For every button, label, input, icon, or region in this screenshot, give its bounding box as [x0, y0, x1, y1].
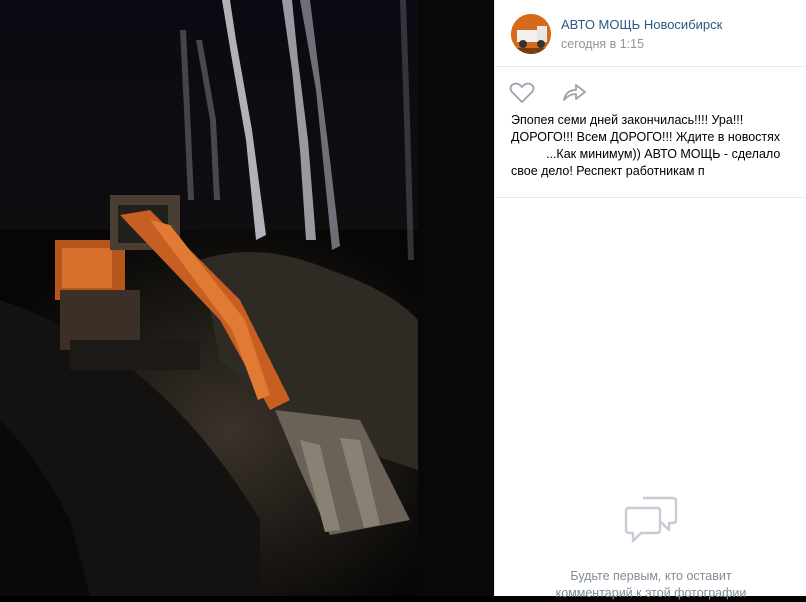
post-photo[interactable] — [0, 0, 418, 596]
author-name[interactable]: АВТО МОЩЬ Новосибирск — [561, 17, 722, 32]
comments-bubble-icon — [623, 494, 679, 546]
truck-logo-icon — [511, 14, 551, 54]
avatar[interactable] — [511, 14, 551, 54]
excavator-photo-image — [0, 0, 418, 596]
empty-comments-text: Будьте первым, кто оставит комментарий к… — [495, 568, 806, 602]
like-button[interactable] — [509, 82, 535, 104]
share-button[interactable] — [561, 82, 587, 104]
post-text-line: свое дело! Респект работникам п — [511, 164, 705, 178]
post-text-line: Эпопея семи дней закончилась!!!! Ура!!! — [511, 113, 744, 127]
photo-viewer — [0, 0, 494, 596]
post-actions — [495, 66, 806, 106]
post-text-line: ДОРОГО!!! Всем ДОРОГО!!! Ждите в новостя… — [511, 130, 781, 144]
post-text-line: ...Как минимум)) АВТО МОЩЬ - сделало — [546, 147, 781, 161]
post-time[interactable]: сегодня в 1:15 — [561, 37, 644, 51]
empty-comments-line: Будьте первым, кто оставит — [570, 569, 732, 583]
share-arrow-icon — [563, 84, 586, 101]
post-text: Эпопея семи дней закончилась!!!! Ура!!! … — [511, 112, 791, 180]
comments-divider — [495, 197, 806, 198]
heart-icon — [509, 82, 535, 103]
post-sidebar: АВТО МОЩЬ Новосибирск сегодня в 1:15 Эпо… — [494, 0, 806, 600]
empty-comments-line: комментарий к этой фотографии — [555, 586, 747, 600]
post-header: АВТО МОЩЬ Новосибирск сегодня в 1:15 — [495, 0, 806, 67]
